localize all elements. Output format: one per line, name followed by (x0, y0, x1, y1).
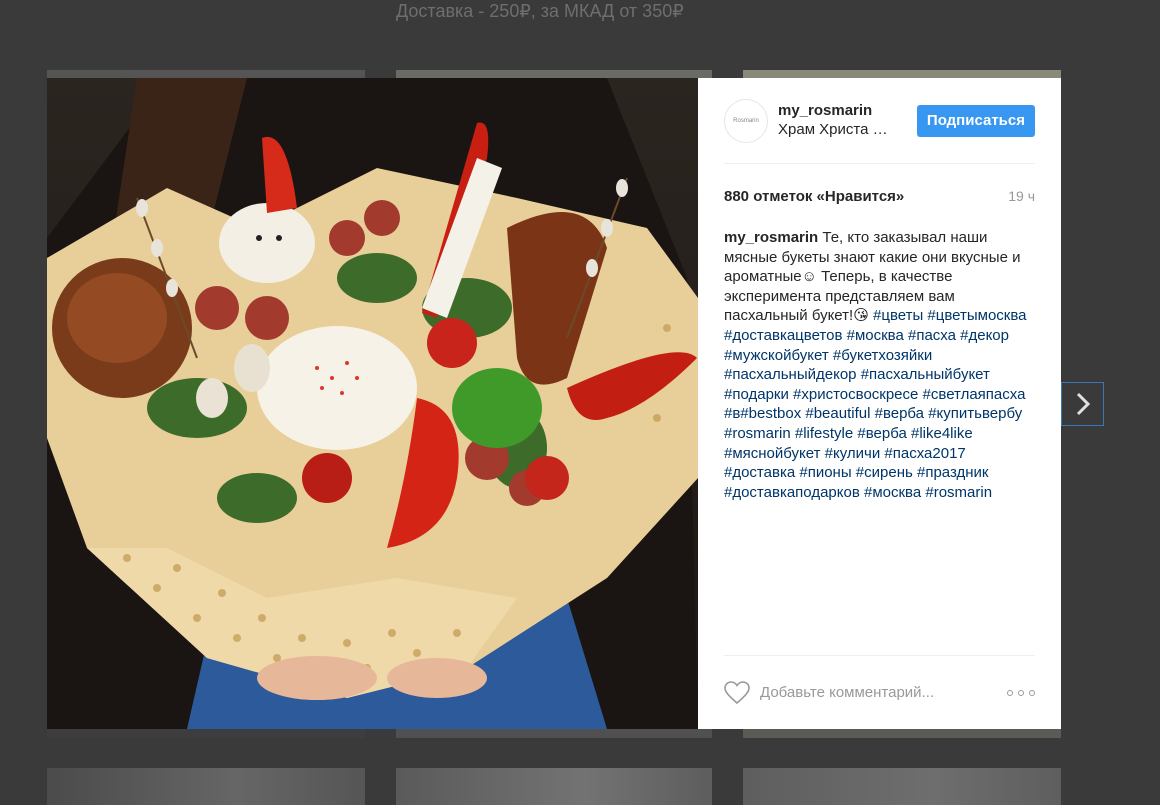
bouquet-illustration (47, 78, 698, 729)
hashtag-link[interactable]: #верба (857, 425, 906, 442)
caption-hashtags: #цветы #цветымосква #доставкацветов #мос… (724, 307, 1027, 500)
hashtag-link[interactable]: #доставкаподарков (724, 484, 860, 501)
hashtag-link[interactable]: #цветымосква (927, 307, 1026, 324)
likes-row: 880 отметок «Нравится» 19 ч (724, 186, 1035, 206)
hashtag-link[interactable]: #пасха (908, 327, 956, 344)
next-post-button[interactable] (1061, 382, 1104, 426)
post-time[interactable]: 19 ч (1008, 188, 1035, 204)
post-caption: my_rosmarin Те, кто заказывал наши мясны… (724, 228, 1035, 502)
hashtag-link[interactable]: #мяснойбукет (724, 445, 821, 462)
avatar-logo-text: Rosmarin (733, 117, 759, 124)
hashtag-link[interactable]: #москва (847, 327, 904, 344)
post-sidebar: Rosmarin my_rosmarin Храм Христа Спасите… (698, 78, 1061, 729)
hashtag-link[interactable]: #пасха2017 (884, 445, 965, 462)
hashtag-link[interactable]: #светлаяпасха (923, 386, 1026, 403)
hashtag-link[interactable]: #верба (875, 405, 924, 422)
more-dot (1018, 689, 1024, 696)
chevron-right-icon (1076, 392, 1090, 416)
background-caption: Доставка - 250₽, за МКАД от 350₽ (396, 1, 684, 21)
comment-input[interactable] (760, 684, 1007, 701)
hashtag-link[interactable]: #доставкацветов (724, 327, 842, 344)
hashtag-link[interactable]: #купитьвербу (928, 405, 1022, 422)
avatar[interactable]: Rosmarin (724, 98, 768, 143)
hashtag-link[interactable]: #букетхозяйки (833, 347, 932, 364)
more-options-icon[interactable] (1007, 686, 1035, 700)
hashtag-link[interactable]: #like4like (911, 425, 973, 442)
hashtag-link[interactable]: #праздник (917, 464, 989, 481)
hashtag-link[interactable]: #доставка (724, 464, 795, 481)
location-link[interactable]: Храм Христа Спасителя (778, 120, 896, 140)
hashtag-link[interactable]: #пионы (799, 464, 851, 481)
caption-username[interactable]: my_rosmarin (724, 229, 818, 246)
hashtag-link[interactable]: #beautiful (805, 405, 870, 422)
post-header: Rosmarin my_rosmarin Храм Христа Спасите… (724, 78, 1035, 164)
hashtag-link[interactable]: #rosmarin (724, 425, 791, 442)
hashtag-link[interactable]: #в#bestbox (724, 405, 801, 422)
hashtag-link[interactable]: #декор (960, 327, 1009, 344)
hashtag-link[interactable]: #мужскойбукет (724, 347, 829, 364)
header-text: my_rosmarin Храм Христа Спасителя (778, 101, 917, 140)
hashtag-link[interactable]: #христосвоскресе (793, 386, 918, 403)
hashtag-link[interactable]: #москва (864, 484, 921, 501)
post-photo[interactable] (47, 78, 698, 729)
comment-bar (724, 655, 1035, 729)
hashtag-link[interactable]: #lifestyle (795, 425, 853, 442)
hashtag-link[interactable]: #подарки (724, 386, 789, 403)
username-link[interactable]: my_rosmarin (778, 101, 917, 120)
background-grid-tile[interactable] (743, 768, 1061, 805)
hashtag-link[interactable]: #сирень (856, 464, 913, 481)
hashtag-link[interactable]: #цветы (873, 307, 923, 324)
heart-icon[interactable] (724, 680, 750, 705)
hashtag-link[interactable]: #пасхальныйдекор (724, 366, 857, 383)
follow-button[interactable]: Подписаться (916, 104, 1035, 137)
post-modal: Rosmarin my_rosmarin Храм Христа Спасите… (47, 78, 1061, 729)
hashtag-link[interactable]: #пасхальныйбукет (861, 366, 990, 383)
background-grid-tile[interactable] (47, 768, 365, 805)
hashtag-link[interactable]: #куличи (825, 445, 881, 462)
more-dot (1029, 689, 1035, 696)
hashtag-link[interactable]: #rosmarin (925, 484, 992, 501)
likes-count[interactable]: 880 отметок «Нравится» (724, 188, 904, 205)
background-grid-tile[interactable] (396, 768, 712, 805)
more-dot (1007, 689, 1013, 696)
